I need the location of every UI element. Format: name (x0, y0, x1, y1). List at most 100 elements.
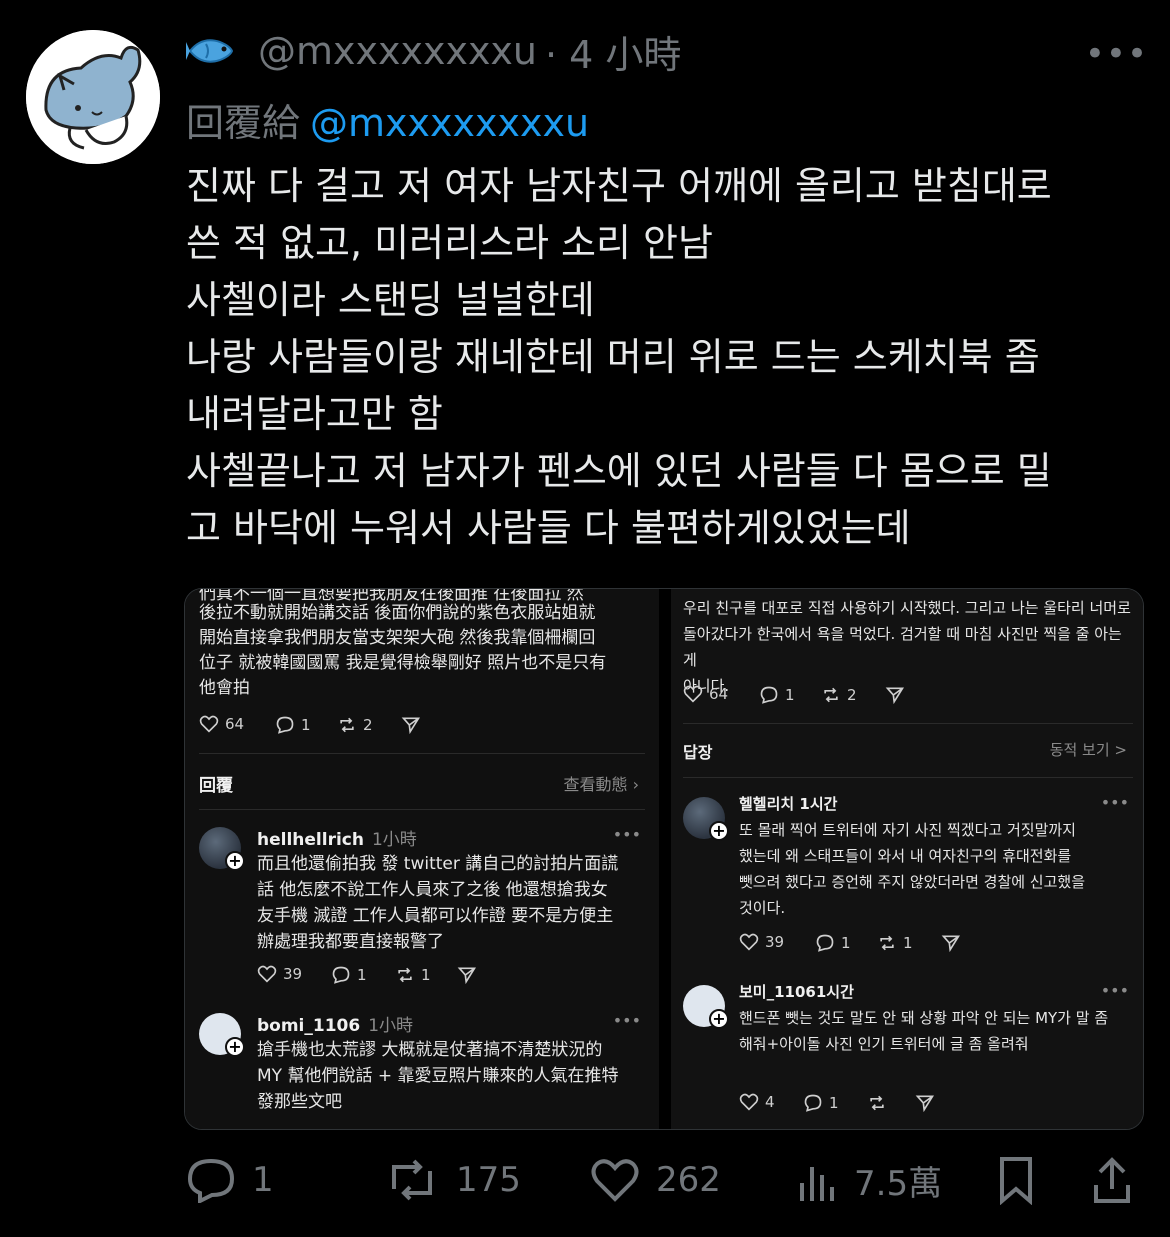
share-action (885, 685, 905, 705)
divider (199, 809, 645, 810)
comment-more-icon: ••• (612, 825, 641, 844)
share-icon (1094, 1157, 1130, 1203)
repost-count: 175 (456, 1160, 521, 1200)
reply-action: 1 (275, 715, 311, 735)
comment-icon (804, 1094, 822, 1112)
post-text: 우리 친구를 대포로 직접 사용하기 시작했다. 그리고 나는 울타리 너머로 … (683, 599, 1131, 695)
post-text: 後拉不動就開始講交話 後面你們說的紫色衣服站姐就 開始直接拿我們朋友當支架架大砲… (199, 603, 607, 698)
tweet-header: @mxxxxxxxxu · 4 小時 (186, 28, 681, 77)
comment-repost-action (867, 1093, 887, 1113)
share-button[interactable] (1090, 1152, 1134, 1208)
replies-section-title: 답장 (683, 743, 713, 762)
divider (683, 777, 1133, 778)
comment-icon (332, 966, 350, 984)
like-action: 64 (683, 685, 728, 703)
analytics-icon (800, 1167, 834, 1201)
view-count: 7.5萬 (854, 1163, 943, 1204)
screenshot-separator (659, 589, 671, 1129)
repost-icon (392, 1159, 432, 1201)
tweet-line: 사첼이라 스탠딩 널널한데 (186, 278, 595, 322)
bookmark-button[interactable] (996, 1152, 1036, 1208)
share-action (401, 715, 421, 735)
comment-reply-action: 1 (815, 933, 851, 953)
repost-icon (870, 1095, 884, 1111)
comment-reply-action: 1 (803, 1093, 839, 1113)
comment-like-action: 39 (739, 933, 784, 951)
reply-to-line: 回覆給 @mxxxxxxxxu (186, 92, 589, 147)
reply-action: 1 (759, 685, 795, 705)
comment-text: 搶手機也太荒謬 大概就是仗著搞不清楚狀況的 MY 幫他們說話 + 靠愛豆照片賺來… (257, 1040, 619, 1112)
tweet-time: · 4 小時 (545, 32, 682, 77)
tweet-body: 진짜 다 걸고 저 여자 남자친구 어깨에 올리고 받침대로 쓴 적 없고, 미… (186, 158, 1146, 557)
tweet-line: 진짜 다 걸고 저 여자 남자친구 어깨에 올리고 받침대로 (186, 164, 1052, 208)
comment-text: 而且他還偷拍我 發 twitter 講自己的討拍片面謊 話 他怎麼不說工作人員來… (257, 854, 619, 952)
bookmark-icon (1000, 1157, 1032, 1205)
send-icon (885, 687, 905, 705)
reply-to-handle-link[interactable]: @mxxxxxxxxu (310, 101, 589, 145)
views-button[interactable]: 7.5萬 (796, 1152, 942, 1208)
comment-text: 또 몰래 찍어 트위터에 자기 사진 찍겠다고 거짓말까지 했는데 왜 스태프들… (739, 821, 1086, 917)
comment-icon (816, 934, 834, 952)
view-activity-link: 동적 보기 > (1049, 741, 1127, 759)
user-avatar[interactable] (26, 30, 160, 164)
comment-icon (276, 716, 294, 734)
replies-section-title: 回覆 (199, 776, 233, 796)
comment-more-icon: ••• (1100, 793, 1129, 812)
follow-plus-icon: + (709, 821, 729, 841)
comment-repost-action: 1 (877, 933, 913, 953)
tweet-line: 쓴 적 없고, 미러리스라 소리 안남 (186, 221, 713, 265)
heart-icon (739, 933, 759, 951)
heart-icon (591, 1159, 639, 1202)
comment-like-action: 4 (739, 1093, 775, 1111)
commenter-name: bomi_1106 1小時 (257, 1016, 414, 1036)
comment-reply-action: 1 (331, 965, 367, 985)
commenter-name: hellhellrich 1小時 (257, 830, 417, 850)
reply-icon (187, 1158, 235, 1203)
tweet-line: 내려달라고만 함 (186, 392, 443, 436)
divider (199, 753, 645, 754)
like-count: 262 (656, 1160, 721, 1200)
follow-plus-icon: + (225, 1037, 245, 1057)
media-attachment[interactable]: 們真不一個一直想要把我朋友往後面推 往後面拉 然 後拉不動就開始講交話 後面你們… (184, 588, 1144, 1130)
commenter-name: 보미_11061시간 (739, 983, 854, 1001)
heart-icon (739, 1093, 759, 1111)
comment-more-icon: ••• (612, 1011, 641, 1030)
repost-button[interactable]: 175 (384, 1152, 521, 1208)
repost-icon (398, 967, 412, 983)
fish-emoji-icon (186, 34, 238, 68)
cat-avatar-illustration (26, 30, 160, 164)
comment-more-icon: ••• (1100, 981, 1129, 1000)
send-icon (915, 1095, 935, 1113)
send-icon (941, 935, 961, 953)
commenter-name: 헬헬리치 1시간 (739, 795, 838, 813)
more-options-icon[interactable]: ••• (1085, 34, 1148, 74)
comment-text: 핸드폰 뺏는 것도 말도 안 돼 상황 파악 안 되는 MY가 말 좀 해줘+아… (739, 1009, 1109, 1053)
heart-icon (683, 685, 703, 703)
author-handle[interactable]: @mxxxxxxxxu (258, 29, 537, 73)
comment-like-action: 39 (257, 965, 302, 983)
tweet-line: 고 바닥에 누워서 사람들 다 불편하게있었는데 (186, 506, 911, 550)
screenshot-threads-chinese[interactable]: 們真不一個一直想要把我朋友往後面推 往後面拉 然 後拉不動就開始講交話 後面你們… (185, 589, 659, 1129)
heart-icon (257, 965, 277, 983)
repost-icon (880, 935, 894, 951)
like-button[interactable]: 262 (590, 1152, 721, 1208)
comment-share-action (941, 933, 961, 953)
repost-icon (340, 717, 354, 733)
follow-plus-icon: + (709, 1009, 729, 1029)
send-icon (401, 717, 421, 735)
send-icon (457, 967, 477, 985)
divider (683, 723, 1133, 724)
view-activity-link: 查看動態 › (563, 775, 640, 794)
repost-action: 2 (821, 685, 857, 705)
follow-plus-icon: + (225, 851, 245, 871)
comment-repost-action: 1 (395, 965, 431, 985)
reply-count: 1 (252, 1160, 274, 1200)
reply-to-label: 回覆給 (186, 101, 301, 145)
heart-icon (199, 715, 219, 733)
repost-action: 2 (337, 715, 373, 735)
comment-icon (760, 686, 778, 704)
comment-share-action (915, 1093, 935, 1113)
screenshot-threads-korean[interactable]: 우리 친구를 대포로 직접 사용하기 시작했다. 그리고 나는 울타리 너머로 … (671, 589, 1143, 1129)
tweet-line: 나랑 사람들이랑 재네한테 머리 위로 드는 스케치북 좀 (186, 335, 1040, 379)
reply-button[interactable]: 1 (186, 1152, 274, 1208)
